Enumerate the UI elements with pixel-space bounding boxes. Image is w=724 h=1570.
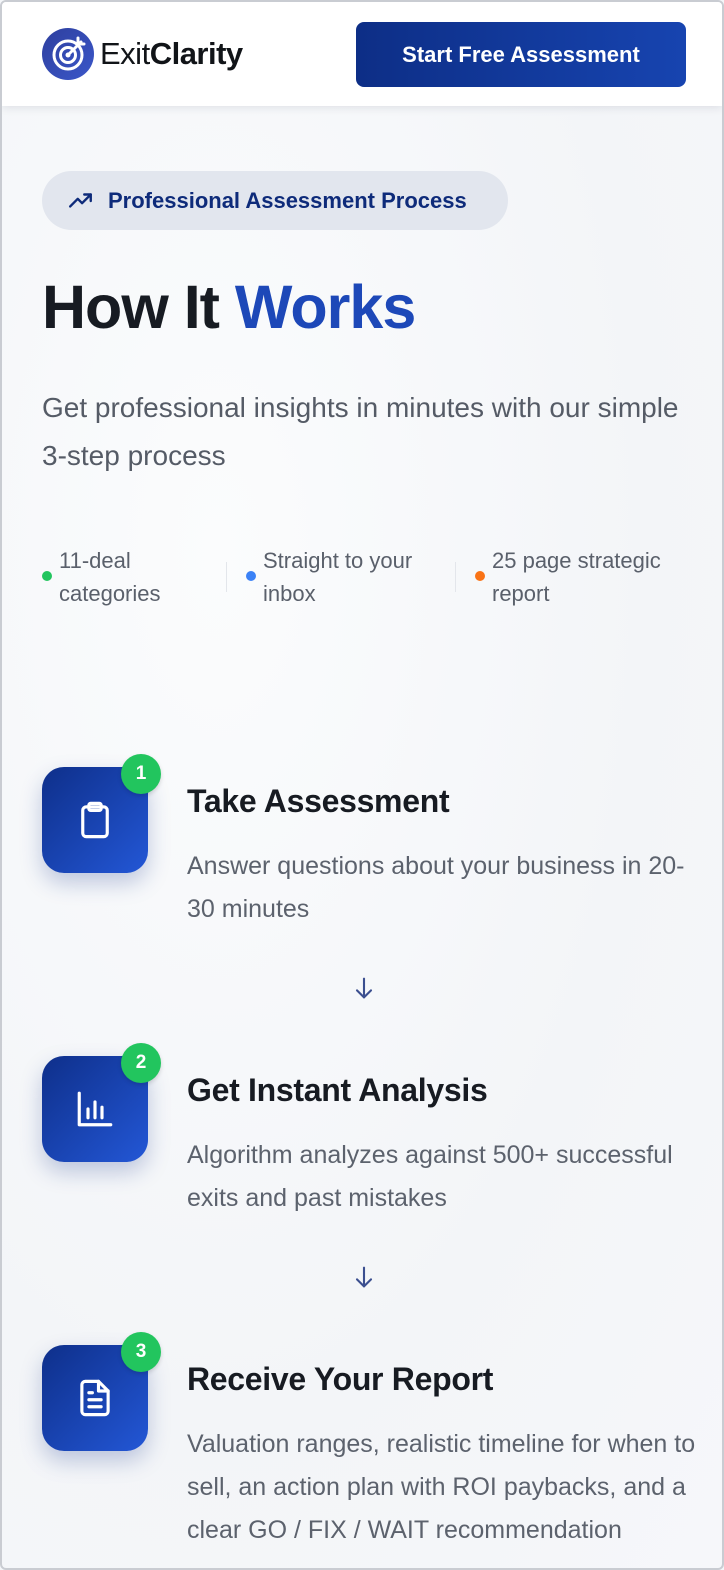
document-icon [80, 1379, 110, 1417]
stat-text: Straight to your inbox [263, 544, 412, 610]
stat-line: 11-deal [59, 548, 131, 573]
site-header: ExitClarity Start Free Assessment [2, 2, 722, 106]
feature-stats: 11-deal categories Straight to your inbox … [2, 544, 722, 614]
arrow-down-icon [355, 977, 373, 999]
logo[interactable]: ExitClarity [42, 28, 243, 80]
title-part-1: How It [42, 273, 235, 341]
stat-item-report: 25 page strategic report [475, 544, 661, 610]
logo-text-regular: Exit [100, 36, 150, 71]
stat-line: 25 page strategic [492, 548, 661, 573]
title-accent: Works [234, 273, 416, 341]
page: ExitClarity Start Free Assessment Profes… [0, 0, 724, 1570]
logo-text-bold: Clarity [149, 36, 243, 71]
stat-text: 11-deal categories [59, 544, 161, 610]
step-number-badge: 3 [121, 1332, 161, 1372]
blue-dot-icon [246, 571, 256, 581]
logo-text: ExitClarity [100, 36, 243, 72]
stat-line: inbox [263, 581, 316, 606]
stat-text: 25 page strategic report [492, 544, 661, 610]
process-badge: Professional Assessment Process [42, 171, 508, 230]
arrow-down-icon [355, 1266, 373, 1288]
trending-up-icon [68, 192, 92, 208]
start-assessment-button[interactable]: Start Free Assessment [356, 22, 686, 87]
step-description: Answer questions about your business in … [187, 852, 685, 923]
stat-item-categories: 11-deal categories [42, 544, 161, 610]
step-title: Receive Your Report [187, 1361, 494, 1397]
step-number-badge: 2 [121, 1043, 161, 1083]
step-number-badge: 1 [121, 754, 161, 794]
divider [226, 562, 227, 592]
stat-item-inbox: Straight to your inbox [246, 544, 412, 610]
step-title: Take Assessment [187, 783, 450, 819]
page-subtitle: Get professional insights in minutes wit… [42, 392, 679, 471]
step-title: Get Instant Analysis [187, 1072, 488, 1108]
process-badge-label: Professional Assessment Process [108, 187, 467, 213]
clipboard-icon [81, 801, 109, 839]
page-title: How It Works [42, 272, 416, 342]
stat-line: report [492, 581, 550, 606]
stat-line: categories [59, 581, 161, 606]
divider [455, 562, 456, 592]
green-dot-icon [42, 571, 52, 581]
bar-chart-icon [77, 1091, 113, 1127]
target-logo-icon [42, 28, 94, 80]
step-description: Algorithm analyzes against 500+ successf… [187, 1141, 673, 1212]
step-description: Valuation ranges, realistic timeline for… [187, 1430, 696, 1544]
stat-line: Straight to your [263, 548, 413, 573]
orange-dot-icon [475, 571, 485, 581]
